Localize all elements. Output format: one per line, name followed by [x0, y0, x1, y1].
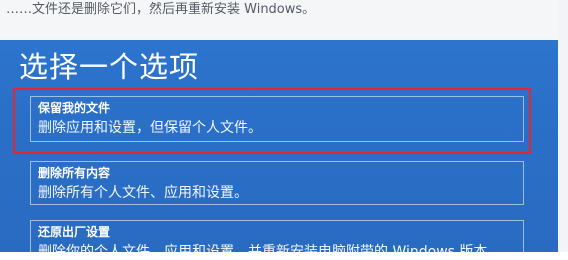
option-title: 还原出厂设置	[38, 225, 111, 239]
option-description: 删除你的个人文件、应用和设置，并重新安装电脑附带的 Windows 版本	[38, 244, 488, 260]
option-remove-everything[interactable]: 删除所有内容 删除所有个人文件、应用和设置。	[30, 161, 524, 205]
reset-options-panel: 选择一个选项 保留我的文件 删除应用和设置，但保留个人文件。 删除所有内容 删除…	[0, 40, 558, 260]
option-title: 保留我的文件	[38, 101, 111, 115]
page-title: 选择一个选项	[19, 50, 200, 84]
option-title: 删除所有内容	[38, 166, 111, 180]
top-caption: ……文件还是删除它们，然后再重新安装 Windows。	[6, 2, 316, 17]
option-keep-my-files[interactable]: 保留我的文件 删除应用和设置，但保留个人文件。	[30, 96, 524, 142]
top-caption-area: ……文件还是删除它们，然后再重新安装 Windows。	[0, 0, 568, 40]
option-description: 删除应用和设置，但保留个人文件。	[38, 120, 262, 136]
screen-edge	[558, 0, 568, 252]
option-restore-factory-settings[interactable]: 还原出厂设置 删除你的个人文件、应用和设置，并重新安装电脑附带的 Windows…	[30, 220, 524, 260]
option-description: 删除所有个人文件、应用和设置。	[38, 185, 248, 201]
